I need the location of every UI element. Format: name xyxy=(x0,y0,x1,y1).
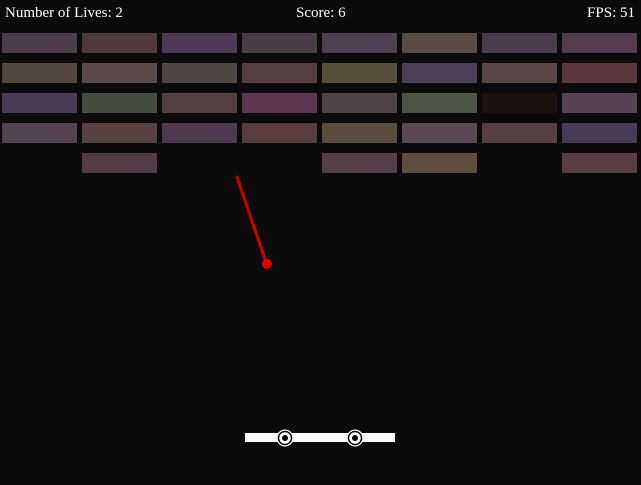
paddle-right-eye-icon xyxy=(346,429,364,447)
paddle[interactable] xyxy=(245,429,395,447)
paddle-left-eye-icon xyxy=(276,429,294,447)
game-canvas[interactable]: Number of Lives: 2 Score: 6 FPS: 51 xyxy=(0,0,641,485)
paddle-bar[interactable] xyxy=(245,433,395,442)
paddle-layer xyxy=(245,429,395,447)
